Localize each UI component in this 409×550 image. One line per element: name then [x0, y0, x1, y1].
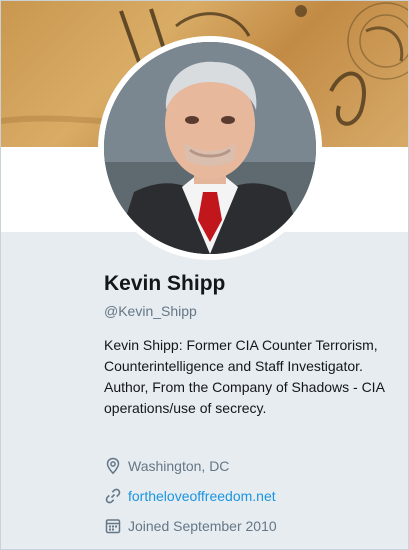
- profile-url-link[interactable]: fortheloveoffreedom.net: [128, 488, 276, 504]
- profile-name[interactable]: Kevin Shipp: [104, 272, 225, 296]
- link-icon: [104, 487, 122, 505]
- profile-bio: Kevin Shipp: Former CIA Counter Terroris…: [104, 337, 385, 416]
- location-text: Washington, DC: [128, 458, 230, 474]
- calendar-icon: [104, 517, 122, 535]
- location-row: Washington, DC: [104, 457, 229, 475]
- joined-row: Joined September 2010: [104, 517, 277, 535]
- profile-handle[interactable]: @Kevin_Shipp: [104, 303, 197, 319]
- joined-text: Joined September 2010: [128, 518, 277, 534]
- avatar-photo: [104, 42, 316, 254]
- url-row: fortheloveoffreedom.net: [104, 487, 276, 505]
- location-pin-icon: [104, 457, 122, 475]
- profile-card: Kevin Shipp @Kevin_Shipp Kevin Shipp: Fo…: [0, 0, 409, 550]
- avatar[interactable]: [98, 36, 322, 260]
